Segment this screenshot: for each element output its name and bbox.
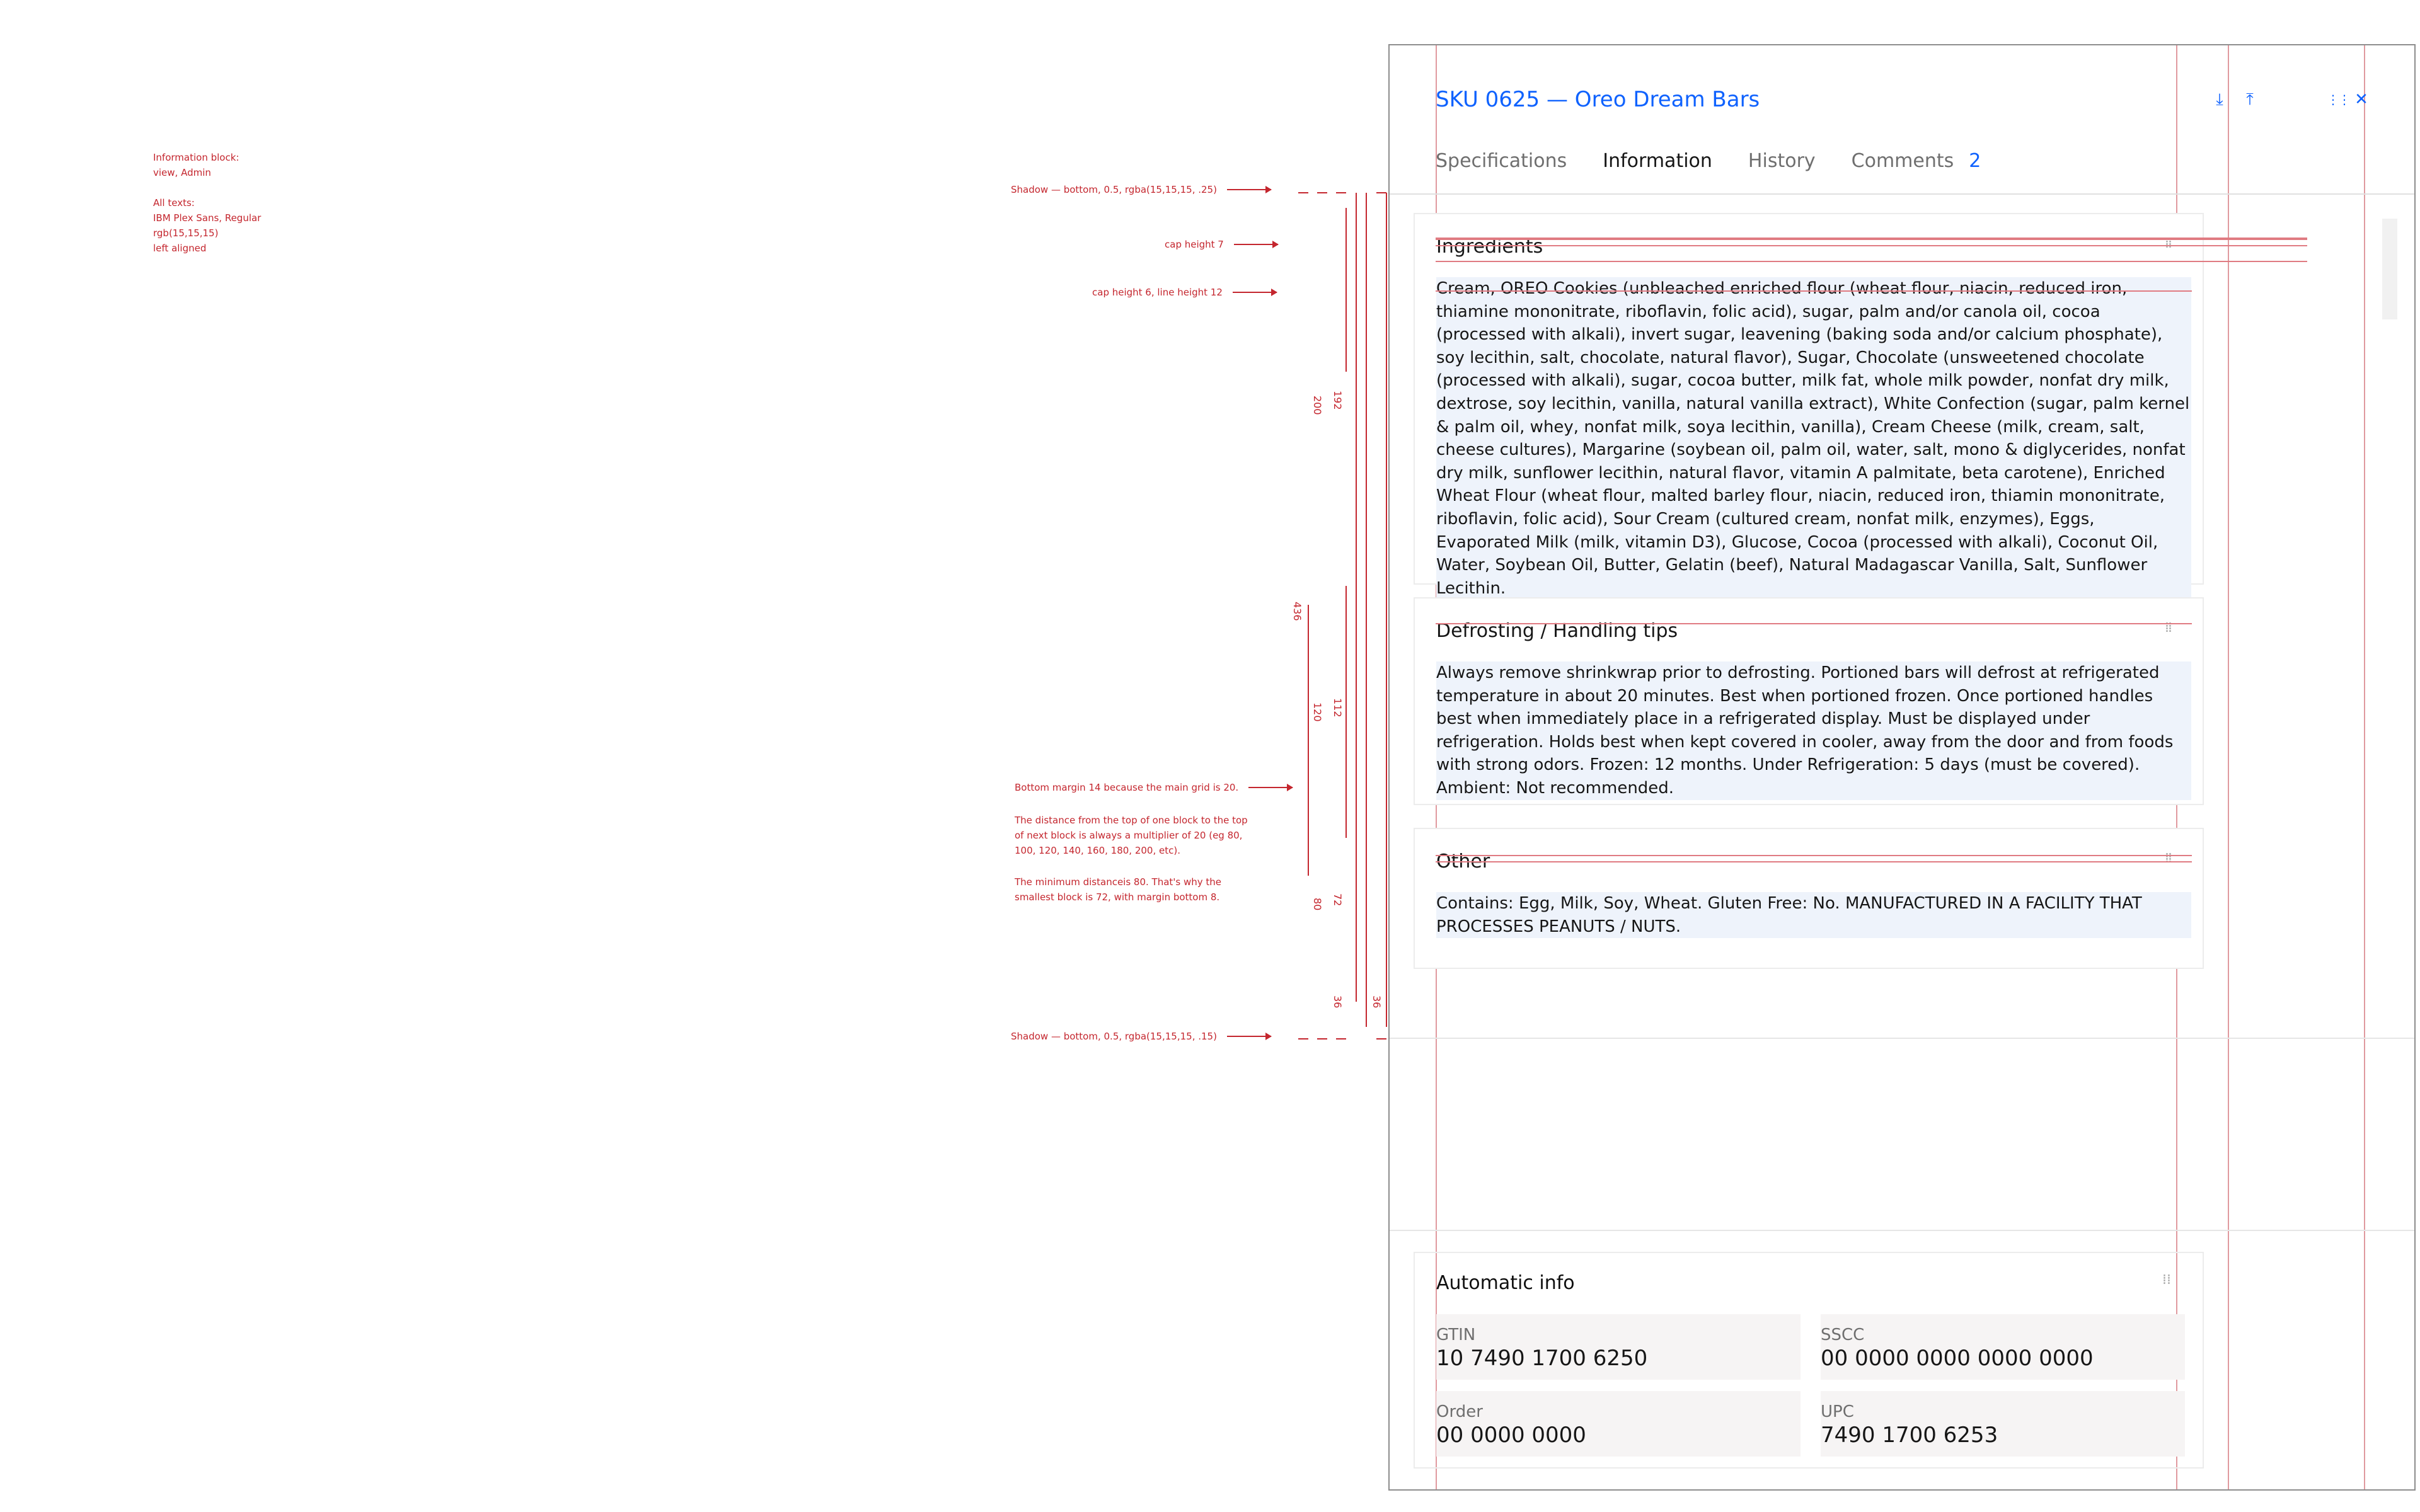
field-value: 00 0000 0000 (1436, 1423, 1586, 1448)
field-label: GTIN (1436, 1326, 1476, 1344)
distance-note: The distance from the top of one block t… (1015, 815, 1248, 856)
grid-guide (1390, 1038, 2414, 1039)
cap6-annotation: cap height 6, line height 12 (1092, 287, 1277, 298)
upc-field: UPC 7490 1700 6253 (1821, 1391, 2185, 1457)
field-label: SSCC (1821, 1326, 1865, 1344)
field-label: Order (1436, 1402, 1483, 1421)
cap7-label: cap height 7 (1165, 239, 1224, 250)
cap7-annotation: cap height 7 (1165, 239, 1279, 250)
grid-guide (2364, 45, 2365, 1489)
arrow-icon (1226, 186, 1272, 193)
info-block-note: Information block: view, Admin All texts… (153, 152, 262, 254)
bottom-margin-label: Bottom margin 14 because the main grid i… (1015, 782, 1239, 793)
dimension-ticks (1298, 192, 1387, 1040)
order-field: Order 00 0000 0000 (1436, 1391, 1801, 1457)
grid-guide (1390, 1230, 2414, 1231)
sscc-field: SSCC 00 0000 0000 0000 0000 (1821, 1314, 2185, 1380)
shadow-bottom-annotation: Shadow — bottom, 0.5, rgba(15,15,15, .15… (1011, 1031, 1272, 1042)
shadow-top-annotation: Shadow — bottom, 0.5, rgba(15,15,15, .25… (1011, 184, 1272, 195)
information-panel: SKU 0625 — Oreo Dream Bars ⤓ ⤒ ⋮⋮ ✕ Spec… (1388, 44, 2416, 1491)
arrow-icon (1248, 784, 1294, 791)
close-icon[interactable]: ✕ (2352, 90, 2371, 109)
scrollbar[interactable] (2382, 219, 2397, 319)
arrow-icon (1226, 1033, 1272, 1040)
field-label: UPC (1821, 1402, 1854, 1421)
drag-handle-icon[interactable]: ⁞⁞ (2162, 1272, 2171, 1288)
arrow-icon (1232, 289, 1277, 296)
minimum-note: The minimum distanceis 80. That's why th… (1015, 876, 1222, 903)
automatic-info-block: Automatic info ⁞⁞ GTIN 10 7490 1700 6250… (1414, 1252, 2204, 1469)
gtin-field: GTIN 10 7490 1700 6250 (1436, 1314, 1801, 1380)
cap6-label: cap height 6, line height 12 (1092, 287, 1223, 298)
field-value: 10 7490 1700 6250 (1436, 1346, 1648, 1371)
arrow-icon (1233, 241, 1279, 248)
field-value: 7490 1700 6253 (1821, 1423, 1998, 1448)
shadow-top-label: Shadow — bottom, 0.5, rgba(15,15,15, .25… (1011, 184, 1217, 195)
text-baseline-overlay (1436, 239, 2307, 862)
field-value: 00 0000 0000 0000 0000 (1821, 1346, 2094, 1371)
bottom-margin-annotation: Bottom margin 14 because the main grid i… (1015, 782, 1294, 793)
block-title: Automatic info (1436, 1272, 1575, 1294)
shadow-bottom-label: Shadow — bottom, 0.5, rgba(15,15,15, .15… (1011, 1031, 1217, 1042)
drag-handle-icon[interactable]: ⋮⋮ (2327, 90, 2351, 109)
